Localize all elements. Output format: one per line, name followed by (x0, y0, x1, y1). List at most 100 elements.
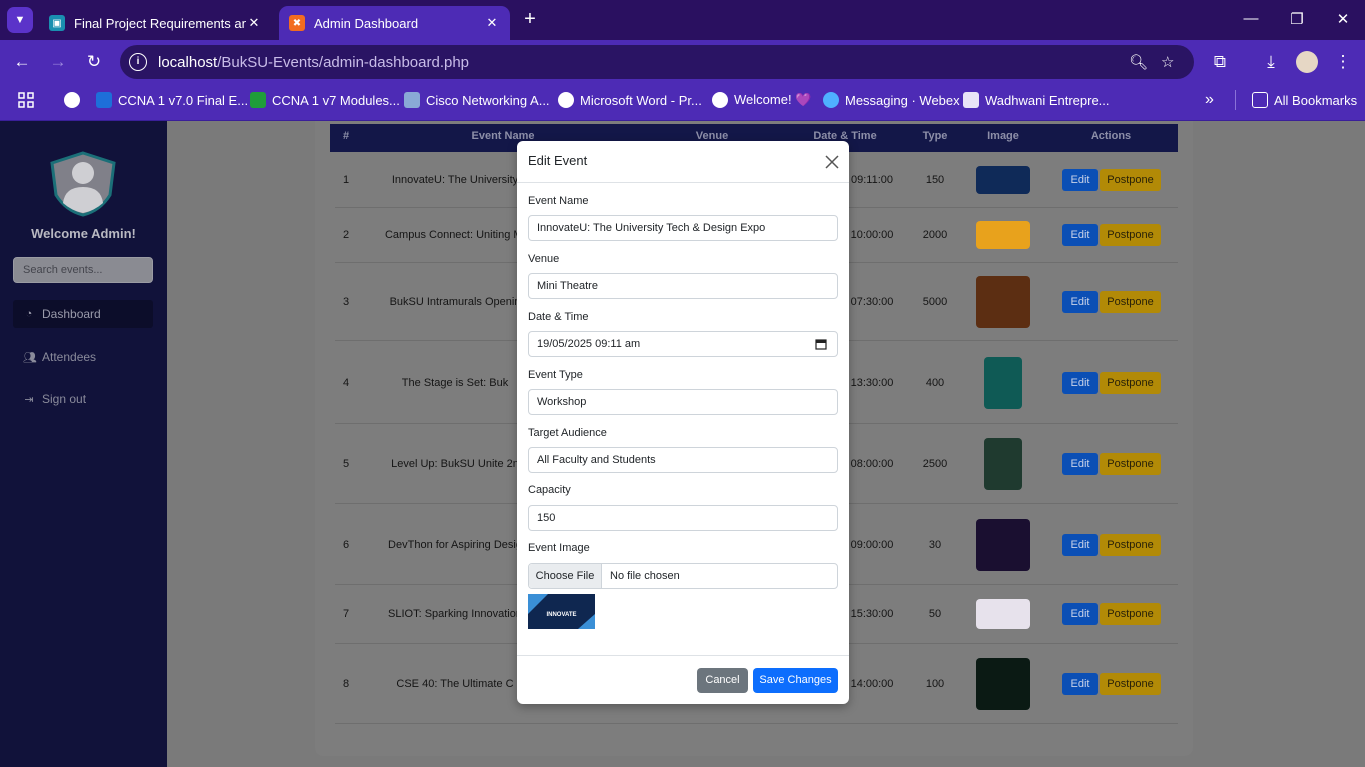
new-tab-button[interactable]: + (519, 9, 541, 31)
modal-title: Edit Event (528, 153, 588, 168)
preview-logo-text: INNOVATE (546, 612, 577, 618)
type-cell: 2000 (922, 229, 948, 241)
reload-icon[interactable]: ↻ (82, 50, 106, 74)
postpone-button[interactable]: Postpone (1100, 534, 1161, 556)
edit-button[interactable]: Edit (1062, 224, 1098, 246)
row-number: 6 (342, 539, 350, 551)
no-file-text: No file chosen (610, 570, 680, 582)
gauge-icon: ◔ (25, 308, 33, 320)
venue-input[interactable]: Mini Theatre (528, 273, 838, 299)
event-thumbnail (976, 166, 1030, 194)
back-icon[interactable]: ← (10, 50, 34, 74)
sidebar-item-attendees[interactable]: 👥︎ Attendees (13, 343, 153, 371)
menu-icon[interactable]: ⋮ (1331, 50, 1355, 74)
sidebar-item-dashboard[interactable]: ◔ Dashboard (13, 300, 153, 328)
bookmark-item[interactable]: Cisco Networking A... (404, 85, 550, 115)
date-time-cell: 07:30:00 (850, 296, 894, 308)
sidebar-item-sign-out[interactable]: ⇥ Sign out (13, 385, 153, 413)
star-icon[interactable]: ☆ (1161, 53, 1174, 71)
modal-footer: Cancel Save Changes (517, 655, 849, 704)
date-time-cell: 15:30:00 (850, 608, 894, 620)
postpone-button[interactable]: Postpone (1100, 169, 1161, 191)
event-image-file-input[interactable]: Choose File No file chosen (528, 563, 838, 589)
row-number: 5 (342, 458, 350, 470)
row-number: 2 (342, 229, 350, 241)
zoom-icon[interactable]: 🔍︎ (1129, 53, 1148, 71)
edit-button[interactable]: Edit (1062, 673, 1098, 695)
event-thumbnail (976, 221, 1030, 249)
xampp-icon: ✖ (289, 15, 305, 31)
edit-button[interactable]: Edit (1062, 372, 1098, 394)
edit-button[interactable]: Edit (1062, 291, 1098, 313)
minimize-icon[interactable]: — (1241, 10, 1261, 27)
close-icon[interactable]: ✕ (484, 15, 500, 31)
close-icon[interactable]: ✕ (246, 15, 262, 31)
row-number: 8 (342, 678, 350, 690)
forward-icon[interactable]: → (46, 50, 70, 74)
bookmark-item[interactable]: Wadhwani Entrepre... (963, 85, 1110, 115)
site-info-icon[interactable]: i (129, 53, 147, 71)
event-type-input[interactable]: Workshop (528, 389, 838, 415)
type-cell: 400 (925, 377, 945, 389)
download-icon[interactable]: ⤓ (1259, 50, 1283, 74)
search-input[interactable]: Search events... (13, 257, 153, 283)
save-changes-button[interactable]: Save Changes (753, 668, 838, 693)
capacity-input[interactable]: 150 (528, 505, 838, 531)
postpone-button[interactable]: Postpone (1100, 224, 1161, 246)
date-time-input[interactable]: 19/05/2025 09:11 am (528, 331, 838, 357)
edit-button[interactable]: Edit (1062, 534, 1098, 556)
type-cell: 30 (928, 539, 942, 551)
globe-icon[interactable] (64, 85, 86, 115)
bookmark-item[interactable]: Welcome! 💜 (712, 85, 811, 115)
bookmark-icon (96, 92, 112, 108)
target-audience-input[interactable]: All Faculty and Students (528, 447, 838, 473)
event-name-cell: SLIOT: Sparking Innovation (388, 608, 522, 620)
address-bar[interactable]: i localhost/BukSU-Events/admin-dashboard… (120, 45, 1194, 79)
postpone-button[interactable]: Postpone (1100, 453, 1161, 475)
welcome-text: Welcome Admin! (31, 226, 136, 241)
type-cell: 5000 (922, 296, 948, 308)
choose-file-button[interactable]: Choose File (529, 564, 602, 588)
postpone-button[interactable]: Postpone (1100, 603, 1161, 625)
bookmark-item[interactable]: Messaging · Webex (823, 85, 960, 115)
row-number: 4 (342, 377, 350, 389)
event-thumbnail (976, 519, 1030, 571)
webex-icon (823, 92, 839, 108)
date-time-cell: 13:30:00 (850, 377, 894, 389)
date-time-cell: 08:00:00 (850, 458, 894, 470)
date-time-cell: 09:00:00 (850, 539, 894, 551)
bookmarks-overflow-button[interactable]: » (1205, 85, 1214, 115)
date-time-cell: 10:00:00 (850, 229, 894, 241)
col-actions: Actions (1090, 130, 1132, 142)
bookmarks-bar: CCNA 1 v7.0 Final E... CCNA 1 v7 Modules… (0, 85, 1365, 121)
row-number: 7 (342, 608, 350, 620)
postpone-button[interactable]: Postpone (1100, 372, 1161, 394)
event-type-label: Event Type (528, 369, 583, 381)
apps-icon[interactable] (18, 85, 34, 115)
col-number: # (342, 130, 350, 142)
cancel-button[interactable]: Cancel (697, 668, 748, 693)
bookmark-item[interactable]: Microsoft Word - Pr... (558, 85, 702, 115)
tab-final-project[interactable]: ▣ Final Project Requirements and ✕ (39, 6, 272, 40)
event-name-input[interactable]: InnovateU: The University Tech & Design … (528, 215, 838, 241)
postpone-button[interactable]: Postpone (1100, 673, 1161, 695)
postpone-button[interactable]: Postpone (1100, 291, 1161, 313)
tab-search-icon[interactable]: ▼ (7, 7, 33, 33)
bookmark-item[interactable]: CCNA 1 v7.0 Final E... (96, 85, 248, 115)
profile-avatar[interactable] (1296, 51, 1318, 73)
tab-admin-dashboard[interactable]: ✖ Admin Dashboard ✕ (279, 6, 510, 40)
calendar-icon[interactable] (815, 338, 827, 350)
edit-button[interactable]: Edit (1062, 603, 1098, 625)
bookmark-item[interactable]: CCNA 1 v7 Modules... (250, 85, 400, 115)
edit-button[interactable]: Edit (1062, 453, 1098, 475)
extensions-icon[interactable]: ⧉ (1208, 50, 1232, 74)
sign-out-icon: ⇥ (24, 393, 34, 406)
edit-button[interactable]: Edit (1062, 169, 1098, 191)
restore-icon[interactable]: ❐ (1287, 10, 1307, 28)
row-number: 1 (342, 174, 350, 186)
close-icon[interactable] (823, 153, 841, 171)
row-number: 3 (342, 296, 350, 308)
all-bookmarks-button[interactable]: All Bookmarks (1252, 85, 1357, 115)
event-name-cell: Campus Connect: Uniting Mi (384, 229, 526, 241)
window-close-icon[interactable]: ✕ (1333, 10, 1353, 28)
